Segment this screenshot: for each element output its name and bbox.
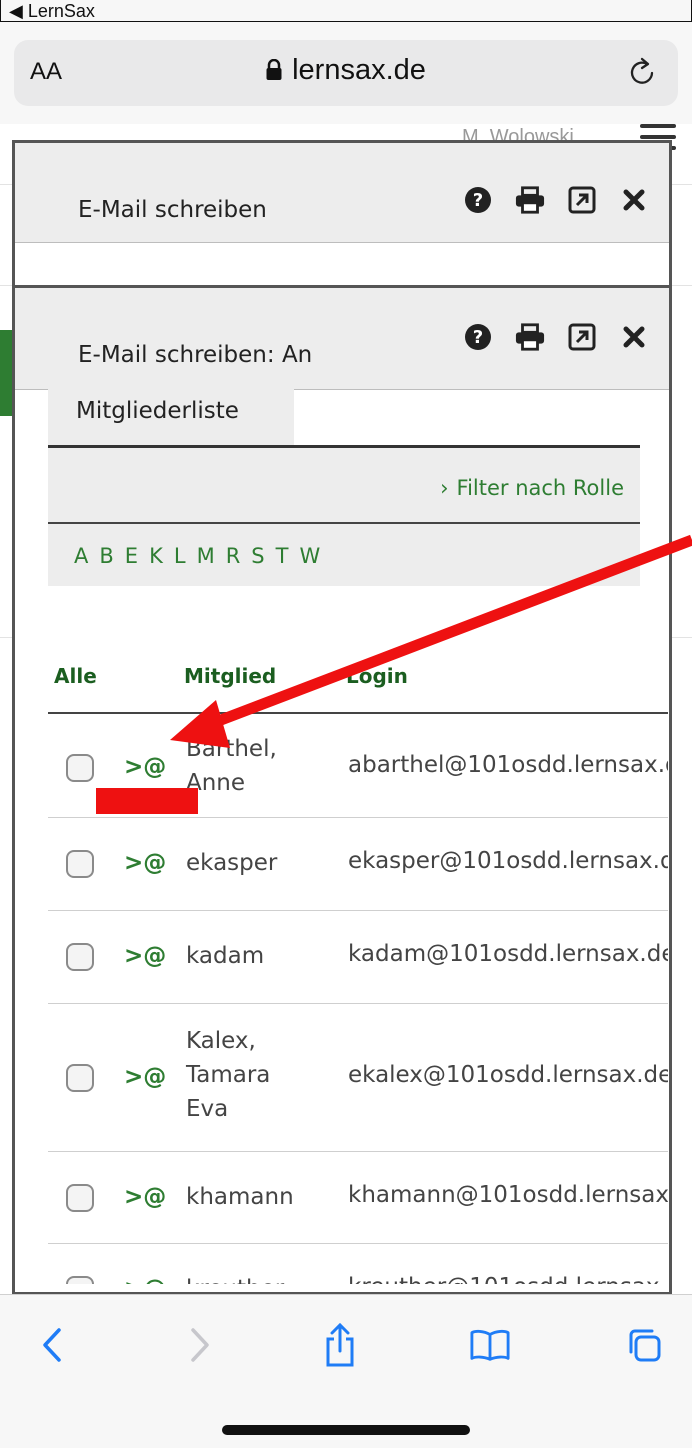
member-table: Alle Mitglied Login >@ Barthel, Anne aba… xyxy=(48,640,668,1284)
write-mail-icon[interactable]: >@ xyxy=(124,1184,166,1210)
filter-by-role-link[interactable]: › Filter nach Rolle xyxy=(440,476,624,500)
close-icon[interactable] xyxy=(619,185,649,215)
browser-toolbar xyxy=(0,1294,692,1448)
letter-link[interactable]: K xyxy=(149,544,164,568)
dialog-title: E-Mail schreiben xyxy=(78,197,267,223)
svg-text:?: ? xyxy=(473,190,483,211)
external-icon[interactable] xyxy=(567,185,597,215)
letter-link[interactable]: W xyxy=(299,544,321,568)
lock-icon xyxy=(266,59,282,80)
tab-member-list[interactable]: Mitgliederliste xyxy=(48,388,294,446)
url-display[interactable]: lernsax.de xyxy=(14,54,678,87)
app-switch-bar: ◀ LernSax xyxy=(0,0,692,22)
letter-link[interactable]: A xyxy=(74,544,89,568)
member-name: Barthel, Anne xyxy=(186,732,277,800)
write-mail-icon[interactable]: >@ xyxy=(124,1276,166,1284)
reload-icon[interactable] xyxy=(628,56,658,88)
address-bar[interactable]: AA lernsax.de xyxy=(14,40,678,106)
forward-icon[interactable] xyxy=(180,1325,220,1365)
name-line: Anne xyxy=(186,770,246,796)
row-checkbox[interactable] xyxy=(66,850,94,878)
table-row: >@ ekasper ekasper@101osdd.lernsax.de xyxy=(48,818,668,911)
dialog-header: E-Mail schreiben: An ? xyxy=(15,288,669,390)
share-icon[interactable] xyxy=(320,1323,360,1367)
table-header: Alle Mitglied Login xyxy=(48,640,668,718)
name-line: Eva xyxy=(186,1096,229,1122)
table-row: >@ kreuther kreuther@101osdd.lernsax.de xyxy=(48,1244,668,1284)
chevron-right-icon: › xyxy=(440,476,449,500)
tabs-icon[interactable] xyxy=(624,1325,664,1365)
write-mail-icon[interactable]: >@ xyxy=(124,850,166,876)
name-line: kreuther xyxy=(186,1272,284,1284)
name-line: ekasper xyxy=(186,850,278,876)
write-mail-icon[interactable]: >@ xyxy=(124,943,166,969)
write-mail-icon[interactable]: >@ xyxy=(124,1064,166,1090)
dialog-header: E-Mail schreiben ? xyxy=(15,143,669,243)
dialog-actions: ? xyxy=(463,322,649,352)
dialog-actions: ? xyxy=(463,185,649,215)
member-login: ekasper@101osdd.lernsax.de xyxy=(348,848,668,874)
external-icon[interactable] xyxy=(567,322,597,352)
letter-index: A B E K L M R S T W xyxy=(74,544,321,568)
member-login: kreuther@101osdd.lernsax.de xyxy=(348,1274,668,1284)
url-text: lernsax.de xyxy=(292,54,426,86)
letter-link[interactable]: B xyxy=(99,544,114,568)
dialog-email-write: E-Mail schreiben ? xyxy=(12,140,672,288)
member-name: kreuther xyxy=(186,1272,284,1284)
name-line: kadam xyxy=(186,943,265,969)
dialog-title: E-Mail schreiben: An xyxy=(78,342,313,368)
column-member[interactable]: Mitglied xyxy=(184,664,276,688)
letter-link[interactable]: E xyxy=(125,544,139,568)
filter-panel: › Filter nach Rolle A B E K L M R S T W xyxy=(48,448,640,586)
row-checkbox[interactable] xyxy=(66,943,94,971)
name-line: Barthel, xyxy=(186,736,277,762)
letter-link[interactable]: S xyxy=(251,544,265,568)
bookmarks-icon[interactable] xyxy=(470,1325,510,1365)
select-all-link[interactable]: Alle xyxy=(54,664,97,688)
letter-link[interactable]: L xyxy=(174,544,187,568)
write-mail-icon[interactable]: >@ xyxy=(124,754,166,780)
column-login[interactable]: Login xyxy=(346,664,408,688)
name-line: khamann xyxy=(186,1184,294,1210)
filter-divider xyxy=(48,522,640,524)
letter-link[interactable]: M xyxy=(197,544,216,568)
row-checkbox[interactable] xyxy=(66,1184,94,1212)
help-icon[interactable]: ? xyxy=(463,185,493,215)
member-name: kadam xyxy=(186,939,264,973)
letter-link[interactable]: R xyxy=(226,544,242,568)
member-login: abarthel@101osdd.lernsax.de xyxy=(348,752,668,778)
help-icon[interactable]: ? xyxy=(463,322,493,352)
background-green-accent xyxy=(0,330,12,416)
close-icon[interactable] xyxy=(619,322,649,352)
print-icon[interactable] xyxy=(515,185,545,215)
member-name: ekasper xyxy=(186,846,277,880)
row-checkbox[interactable] xyxy=(66,1064,94,1092)
member-name: khamann xyxy=(186,1180,294,1214)
letter-link[interactable]: T xyxy=(276,544,290,568)
back-to-app-link[interactable]: ◀ LernSax xyxy=(9,0,95,22)
browser-address-area: AA lernsax.de xyxy=(0,22,692,124)
back-icon[interactable] xyxy=(32,1325,72,1365)
member-login: khamann@101osdd.lernsax.de xyxy=(348,1182,668,1208)
member-login: kadam@101osdd.lernsax.de xyxy=(348,941,668,967)
print-icon[interactable] xyxy=(515,322,545,352)
home-indicator xyxy=(222,1425,470,1435)
name-line: Tamara xyxy=(186,1062,271,1088)
member-login: ekalex@101osdd.lernsax.de xyxy=(348,1062,668,1088)
table-row: >@ Barthel, Anne abarthel@101osdd.lernsa… xyxy=(48,714,668,818)
row-checkbox[interactable] xyxy=(66,1276,94,1284)
member-name: Kalex, Tamara Eva xyxy=(186,1024,270,1126)
svg-text:?: ? xyxy=(473,327,483,348)
name-line: Kalex, xyxy=(186,1028,256,1054)
table-row: >@ khamann khamann@101osdd.lernsax.de xyxy=(48,1152,668,1244)
row-checkbox[interactable] xyxy=(66,754,94,782)
table-row: >@ Kalex, Tamara Eva ekalex@101osdd.lern… xyxy=(48,1004,668,1152)
table-row: >@ kadam kadam@101osdd.lernsax.de xyxy=(48,911,668,1004)
